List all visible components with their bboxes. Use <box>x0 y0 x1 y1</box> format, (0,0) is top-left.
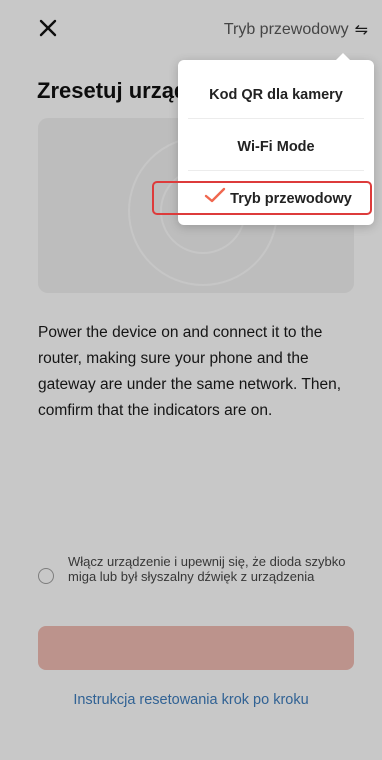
menu-item-wifi-mode[interactable]: Wi-Fi Mode <box>178 120 374 174</box>
menu-item-label: Kod QR dla kamery <box>209 87 343 103</box>
menu-item-wired-mode[interactable]: Tryb przewodowy <box>178 172 374 226</box>
mode-dropdown: Kod QR dla kamery Wi-Fi Mode Tryb przewo… <box>178 53 374 226</box>
checkmark-icon <box>204 186 226 208</box>
menu-item-label: Tryb przewodowy <box>230 191 352 207</box>
menu-item-label: Wi-Fi Mode <box>237 139 315 155</box>
divider <box>188 118 364 119</box>
menu-item-qr-camera[interactable]: Kod QR dla kamery <box>178 68 374 122</box>
divider <box>188 170 364 171</box>
